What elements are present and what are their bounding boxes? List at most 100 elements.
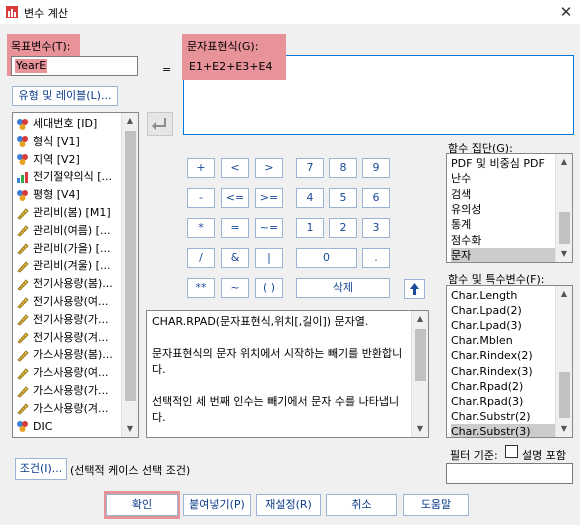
variable-name: 평형 [V4] (33, 188, 80, 202)
function-group-item[interactable]: 난수 (451, 171, 555, 186)
key-multiply[interactable]: * (187, 218, 215, 238)
key-power[interactable]: ** (187, 278, 215, 298)
function-group-item[interactable]: 유의성 (451, 202, 555, 217)
scroll-up-icon[interactable]: ▲ (556, 154, 572, 170)
scroll-down-icon[interactable]: ▼ (412, 421, 428, 437)
key-divide[interactable]: / (187, 248, 215, 268)
function-list[interactable]: Char.Length Char.Lpad(2) Char.Lpad(3) Char.… (446, 285, 573, 438)
function-group-scrollbar[interactable]: ▲ ▼ (555, 154, 572, 262)
scroll-up-icon[interactable]: ▲ (412, 311, 428, 327)
key-plus[interactable]: + (187, 158, 215, 178)
variable-item[interactable]: 관리비(겨울) [... (16, 257, 110, 274)
scroll-thumb[interactable] (415, 329, 426, 381)
variable-item[interactable]: 지역 [V2] (16, 151, 80, 168)
variable-list[interactable]: 세대번호 [ID] 형식 [V1] 지역 [V2] 전기절약의식 [... 평형 [V4… (12, 112, 139, 438)
variable-item[interactable]: 관리비(가을) [... (16, 240, 110, 257)
variable-item[interactable]: 전기사용량(가... (16, 311, 109, 328)
function-item[interactable]: Char.Substr(2) (451, 409, 555, 424)
move-variable-button[interactable] (147, 112, 173, 136)
key-5[interactable]: 5 (329, 188, 357, 208)
function-item[interactable]: Char.Lpad(2) (451, 303, 555, 318)
scroll-thumb[interactable] (559, 372, 570, 418)
function-group-item[interactable]: 문자 (451, 247, 555, 262)
cancel-button[interactable]: 취소 (326, 494, 397, 516)
include-description-label: 설명 포함 (522, 449, 566, 462)
scroll-down-icon[interactable]: ▼ (556, 246, 572, 262)
variable-item[interactable]: 전기사용량(봄)... (16, 275, 113, 292)
key-3[interactable]: 3 (362, 218, 390, 238)
key-less-equal[interactable]: <= (221, 188, 249, 208)
key-0[interactable]: 0 (296, 248, 357, 268)
include-description-checkbox[interactable] (505, 445, 518, 458)
key-2[interactable]: 2 (329, 218, 357, 238)
variable-item[interactable]: 평형 [V4] (16, 186, 80, 203)
help-button[interactable]: 도움말 (403, 494, 469, 516)
key-4[interactable]: 4 (296, 188, 324, 208)
insert-function-button[interactable] (404, 279, 425, 299)
function-item[interactable]: Char.Substr(3) (451, 423, 555, 437)
filter-input[interactable] (446, 463, 573, 484)
key-9[interactable]: 9 (362, 158, 390, 178)
key-not[interactable]: ~ (221, 278, 249, 298)
function-item[interactable]: Char.Rindex(3) (451, 364, 555, 379)
scroll-thumb[interactable] (559, 212, 570, 244)
variable-item[interactable]: 세대번호 [ID] (16, 115, 97, 132)
variable-item[interactable]: 가스사용량(가... (16, 382, 109, 399)
variable-item[interactable]: 전기사용량(겨... (16, 329, 109, 346)
key-and[interactable]: & (221, 248, 249, 268)
scroll-up-icon[interactable]: ▲ (122, 113, 138, 129)
type-label-button[interactable]: 유형 및 레이블(L)... (12, 86, 118, 106)
scroll-down-icon[interactable]: ▼ (556, 421, 572, 437)
key-delete[interactable]: 삭제 (296, 278, 390, 298)
key-1[interactable]: 1 (296, 218, 324, 238)
key-7[interactable]: 7 (296, 158, 324, 178)
function-group-item[interactable]: 통계 (451, 217, 555, 232)
variable-item[interactable]: 가스사용량(겨... (16, 400, 109, 417)
function-group-item[interactable]: PDF 및 비중심 PDF (451, 156, 555, 171)
function-item[interactable]: Char.Rpad(3) (451, 394, 555, 409)
condition-button[interactable]: 조건(I)... (15, 458, 67, 480)
function-item[interactable]: Char.Lpad(3) (451, 318, 555, 333)
reset-button[interactable]: 재설정(R) (256, 494, 321, 516)
variable-list-scrollbar[interactable]: ▲ ▼ (121, 113, 138, 437)
close-icon[interactable]: ✕ (556, 2, 576, 22)
variable-item[interactable]: 가스사용량(봄)... (16, 346, 113, 363)
scroll-up-icon[interactable]: ▲ (556, 286, 572, 302)
function-group-item[interactable]: 검색 (451, 187, 555, 202)
ok-button[interactable]: 확인 (106, 494, 178, 516)
function-group-list[interactable]: PDF 및 비중심 PDF 난수 검색 유의성 통계 점수화 문자 ▲ ▼ (446, 153, 573, 263)
variable-item[interactable]: 전기절약의식 [... (16, 168, 112, 185)
function-item[interactable]: Char.Length (451, 288, 555, 303)
description-scrollbar[interactable]: ▲ ▼ (411, 311, 428, 437)
key-less-than[interactable]: < (221, 158, 249, 178)
key-decimal[interactable]: . (362, 248, 390, 268)
equals-sign: = (162, 63, 172, 76)
target-variable-field[interactable]: YearE (11, 56, 138, 76)
function-item[interactable]: Char.Mblen (451, 333, 555, 348)
key-not-equal[interactable]: ~= (255, 218, 283, 238)
scale-icon (16, 296, 29, 309)
variable-name: 가스사용량(봄)... (33, 348, 113, 362)
function-item[interactable]: Char.Rpad(2) (451, 379, 555, 394)
key-parentheses[interactable]: ( ) (255, 278, 283, 298)
scale-icon (16, 207, 29, 220)
key-equal[interactable]: = (221, 218, 249, 238)
scroll-thumb[interactable] (125, 131, 136, 401)
variable-item[interactable]: 형식 [V1] (16, 133, 80, 150)
key-or[interactable]: | (255, 248, 283, 268)
key-greater-than[interactable]: > (255, 158, 283, 178)
key-6[interactable]: 6 (362, 188, 390, 208)
function-list-scrollbar[interactable]: ▲ ▼ (555, 286, 572, 437)
variable-item[interactable]: DIC (16, 418, 52, 435)
variable-item[interactable]: 가스사용량(여... (16, 364, 109, 381)
paste-button[interactable]: 붙여넣기(P) (183, 494, 251, 516)
variable-item[interactable]: 관리비(여름) [... (16, 222, 110, 239)
key-greater-equal[interactable]: >= (255, 188, 283, 208)
key-8[interactable]: 8 (329, 158, 357, 178)
variable-item[interactable]: 관리비(봄) [M1] (16, 204, 111, 221)
key-minus[interactable]: - (187, 188, 215, 208)
function-group-item[interactable]: 점수화 (451, 233, 555, 248)
function-item[interactable]: Char.Rindex(2) (451, 348, 555, 363)
variable-item[interactable]: 전기사용량(여... (16, 293, 109, 310)
scroll-down-icon[interactable]: ▼ (122, 421, 138, 437)
